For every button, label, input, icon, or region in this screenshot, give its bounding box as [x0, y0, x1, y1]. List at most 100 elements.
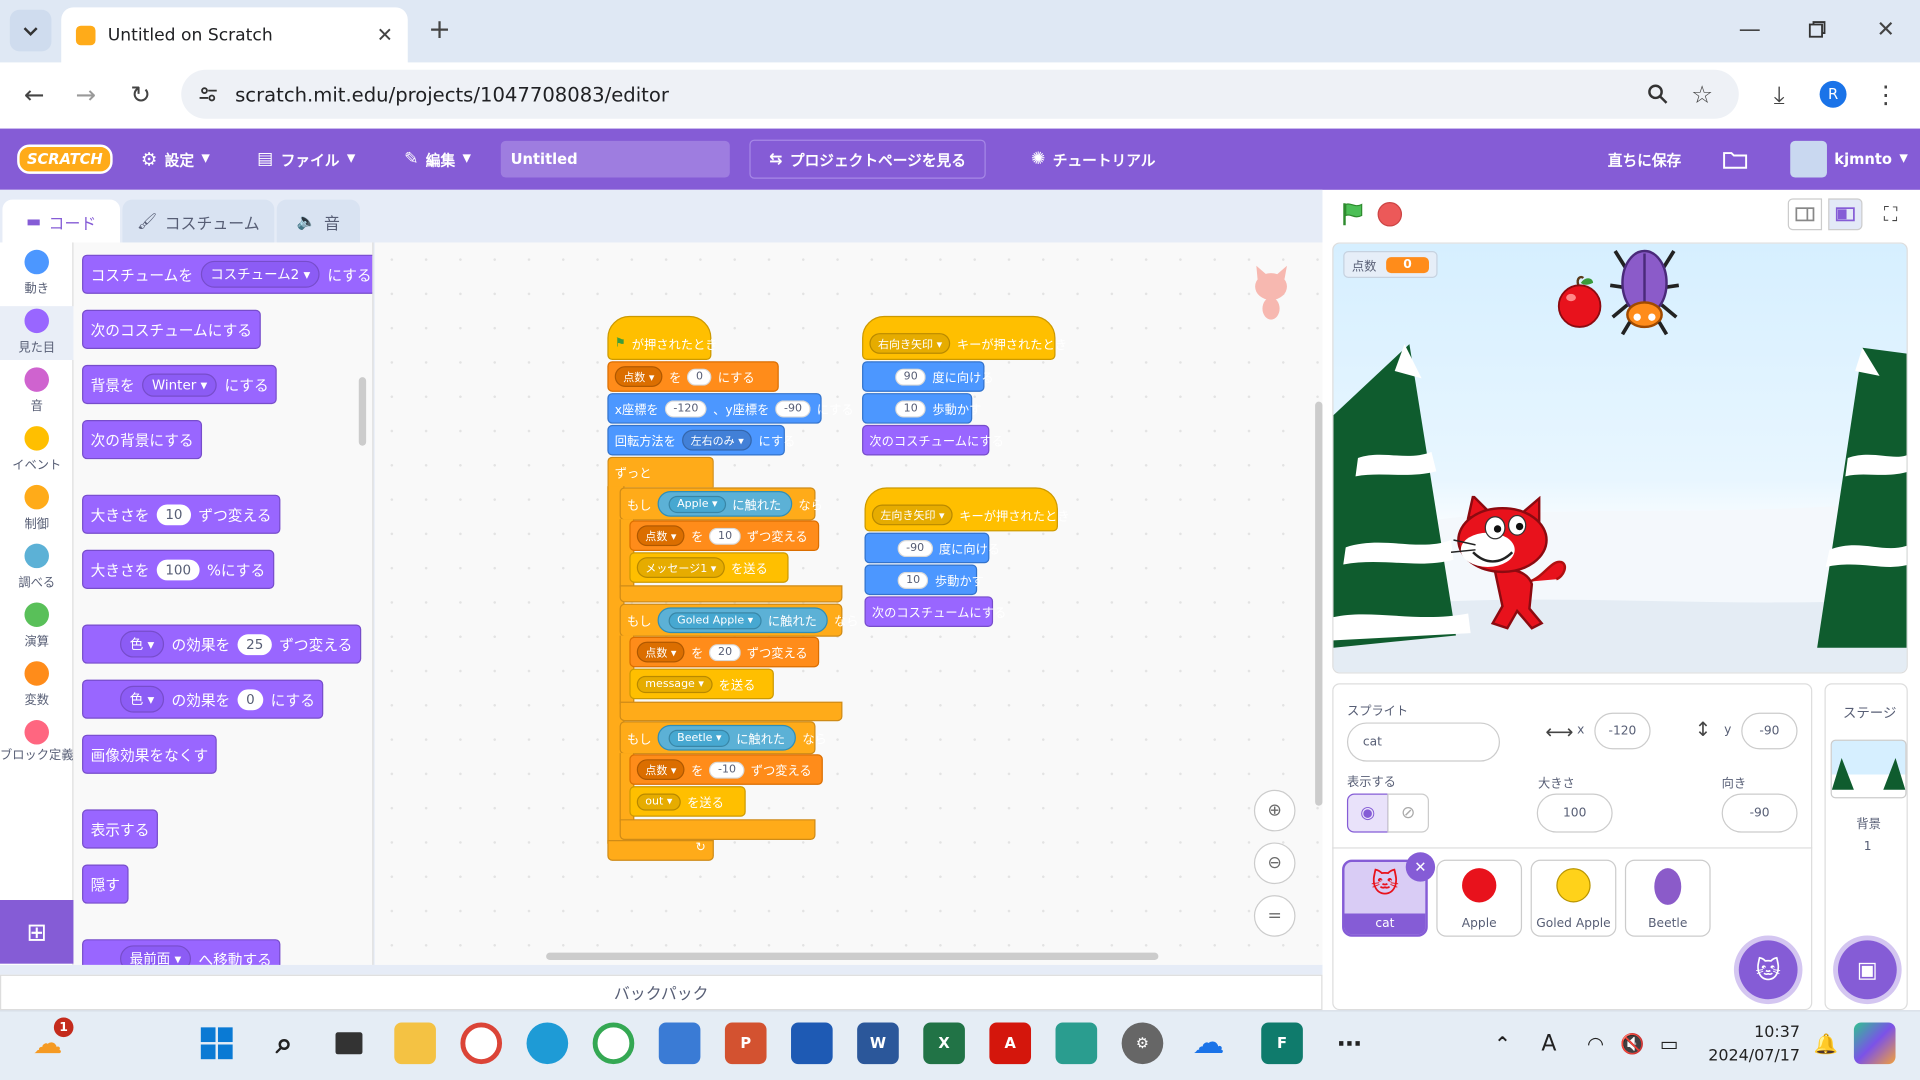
zoom-out-button[interactable]: ⊖ — [1253, 842, 1296, 885]
category-events[interactable]: イベント — [0, 426, 73, 473]
sprite-y-input[interactable]: -90 — [1741, 712, 1798, 750]
direction-input[interactable]: 90 — [895, 367, 927, 386]
touching-beetle-block[interactable]: Beetle ▾ に触れた — [657, 724, 797, 751]
go-to-xy-block[interactable]: x座標を -120 、y座標を -90 にする — [607, 393, 854, 424]
touching-apple-block[interactable]: Apple ▾ に触れた — [657, 491, 793, 517]
steps-input[interactable]: 10 — [895, 399, 927, 417]
palette-change-size-block[interactable]: 大きさを 10 ずつ変える — [82, 494, 280, 534]
stage-canvas[interactable]: 点数 0 — [1332, 242, 1908, 674]
wifi-icon[interactable]: ◠ — [1575, 1022, 1617, 1064]
when-right-key-pressed-hat[interactable]: 右向き矢印 ▾ キーが押されたとき — [862, 315, 1067, 361]
change-score-block[interactable]: 点数 ▾ を -10 ずつ変える — [629, 754, 823, 785]
palette-go-to-layer-block[interactable]: 最前面 ▾ へ移動する — [82, 939, 281, 965]
set-value-input[interactable]: 0 — [687, 367, 712, 386]
palette-next-costume-block[interactable]: 次のコスチュームにする — [82, 309, 261, 349]
start-button[interactable] — [196, 1022, 238, 1064]
palette-hide-block[interactable]: 隠す — [82, 864, 129, 904]
chevron-up-icon[interactable]: ⌃ — [1482, 1022, 1524, 1064]
browser-tab[interactable]: Untitled on Scratch ✕ — [61, 7, 408, 63]
tab-sounds[interactable]: 🔈 音 — [276, 199, 361, 244]
ime-icon[interactable]: A — [1528, 1022, 1570, 1064]
address-bar[interactable]: scratch.mit.edu/projects/1047708083/edit… — [181, 69, 1739, 119]
bookmark-star-icon[interactable]: ☆ — [1687, 80, 1716, 109]
variable-dropdown[interactable]: 点数 ▾ — [636, 759, 685, 781]
hide-sprite-toggle[interactable]: ⊘ — [1387, 793, 1429, 833]
acrobat-icon[interactable]: A — [989, 1022, 1032, 1065]
notification-bell-icon[interactable]: 🔔 — [1805, 1022, 1847, 1064]
back-icon[interactable]: ← — [17, 77, 51, 111]
forms-icon[interactable]: F — [1261, 1022, 1303, 1065]
more-apps-icon[interactable]: ⋯ — [1329, 1022, 1371, 1064]
palette-change-effect-block[interactable]: 色 ▾ の効果を 25 ずつ変える — [82, 624, 361, 664]
volume-muted-icon[interactable]: 🔇 — [1611, 1022, 1653, 1064]
large-stage-button[interactable] — [1828, 198, 1863, 231]
if-beetle-block[interactable]: もし Beetle ▾ に触れた なら — [619, 721, 827, 755]
change-score-block[interactable]: 点数 ▾ を 20 ずつ変える — [629, 636, 820, 668]
rotation-dropdown[interactable]: 左右のみ ▾ — [682, 429, 753, 451]
palette-switch-backdrop-block[interactable]: 背景を Winter ▾ にする — [82, 364, 278, 405]
backdrop-thumbnail[interactable] — [1830, 739, 1907, 799]
teams-classroom-icon[interactable] — [1055, 1022, 1098, 1065]
sprite-name-input[interactable]: cat — [1346, 722, 1501, 762]
change-value-input[interactable]: -10 — [709, 761, 745, 779]
sprite-size-input[interactable]: 100 — [1536, 793, 1613, 833]
move-steps-block[interactable]: 10 歩動かす — [864, 564, 984, 596]
site-info-icon[interactable] — [196, 82, 220, 106]
tab-close-icon[interactable]: ✕ — [377, 23, 393, 46]
if-goled-apple-block[interactable]: もし Goled Apple ▾ に触れた なら — [619, 603, 859, 637]
effect-set-input[interactable]: 0 — [237, 688, 264, 710]
costume-dropdown[interactable]: コスチューム2 ▾ — [200, 260, 321, 288]
sprite-direction-input[interactable]: -90 — [1721, 793, 1798, 833]
point-direction-block[interactable]: 90 度に向ける — [862, 361, 994, 392]
key-dropdown[interactable]: 右向き矢印 ▾ — [869, 332, 951, 354]
copilot-icon[interactable] — [1853, 1022, 1896, 1065]
taskbar-clock[interactable]: 10:37 2024/07/17 — [1702, 1021, 1800, 1068]
category-control[interactable]: 制御 — [0, 484, 73, 531]
chrome-profile-icon[interactable] — [460, 1022, 503, 1065]
sprite-x-input[interactable]: -120 — [1594, 712, 1651, 750]
set-rotation-style-block[interactable]: 回転方法を 左右のみ ▾ にする — [607, 424, 795, 456]
variable-dropdown[interactable]: 点数 ▾ — [614, 366, 663, 387]
message-dropdown[interactable]: out ▾ — [636, 792, 681, 811]
browser-menu-icon[interactable]: ⋮ — [1873, 78, 1897, 110]
file-explorer-icon[interactable] — [394, 1022, 436, 1065]
key-dropdown[interactable]: 左向き矢印 ▾ — [871, 503, 954, 525]
size-set-input[interactable]: 100 — [156, 558, 200, 580]
direction-input[interactable]: -90 — [897, 539, 933, 557]
excel-icon[interactable]: X — [923, 1022, 965, 1065]
category-operators[interactable]: 演算 — [0, 602, 73, 649]
sprite-thumb-goled-apple[interactable]: Goled Apple — [1530, 859, 1617, 937]
save-now-button[interactable]: 直ちに保存 — [1608, 129, 1681, 190]
delete-sprite-icon[interactable]: ✕ — [1405, 852, 1436, 882]
broadcast-block[interactable]: メッセージ1 ▾ を送る — [629, 552, 789, 583]
score-monitor[interactable]: 点数 0 — [1343, 251, 1438, 278]
steps-input[interactable]: 10 — [897, 571, 929, 589]
category-sensing[interactable]: 調べる — [0, 543, 73, 590]
add-sprite-button[interactable]: 🐱 — [1738, 940, 1798, 1000]
sprite-thumb-apple[interactable]: Apple — [1436, 859, 1523, 937]
if-apple-block[interactable]: もし Apple ▾ に触れた なら — [619, 487, 823, 521]
palette-set-effect-block[interactable]: 色 ▾ の効果を 0 にする — [82, 679, 324, 719]
touching-goled-apple-block[interactable]: Goled Apple ▾ に触れた — [657, 607, 828, 634]
variable-dropdown[interactable]: 点数 ▾ — [636, 525, 685, 547]
word-icon[interactable]: W — [857, 1022, 899, 1065]
change-score-block[interactable]: 点数 ▾ を 10 ずつ変える — [629, 520, 820, 552]
effect-dropdown[interactable]: 色 ▾ — [120, 685, 165, 713]
script-vertical-scrollbar[interactable] — [1315, 401, 1323, 806]
edge-icon[interactable] — [526, 1022, 569, 1065]
settings-menu[interactable]: ⚙ 設定 ▼ — [141, 129, 210, 190]
script-horizontal-scrollbar[interactable] — [546, 952, 1159, 961]
set-variable-block[interactable]: 点数 ▾ を 0 にする — [607, 361, 779, 392]
effect-dropdown[interactable]: 色 ▾ — [120, 630, 165, 658]
touching-dropdown[interactable]: Goled Apple ▾ — [668, 611, 762, 629]
broadcast-block[interactable]: message ▾ を送る — [629, 668, 774, 700]
category-variables[interactable]: 変数 — [0, 661, 73, 708]
touching-dropdown[interactable]: Apple ▾ — [668, 495, 727, 513]
zoom-reset-button[interactable]: = — [1253, 895, 1296, 937]
file-menu[interactable]: ▤ ファイル ▼ — [257, 129, 355, 190]
change-value-input[interactable]: 10 — [709, 527, 741, 545]
green-flag-button[interactable] — [1340, 201, 1367, 228]
chrome-icon[interactable] — [592, 1022, 635, 1065]
zoom-lens-icon[interactable] — [1646, 82, 1670, 106]
x-input[interactable]: -120 — [664, 399, 707, 417]
